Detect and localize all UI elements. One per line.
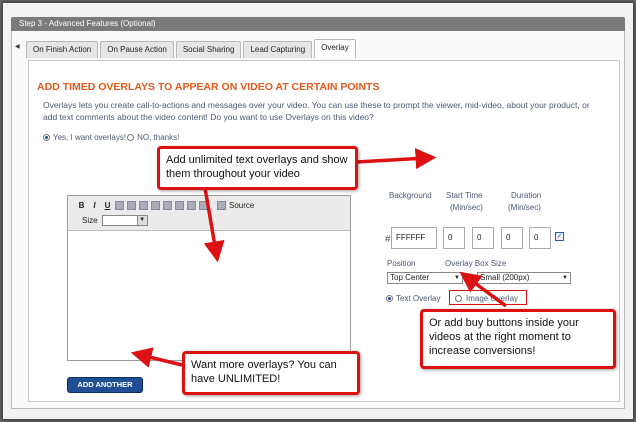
- arrow-to-add-button: [130, 347, 183, 368]
- arrow-to-image-overlay: [459, 271, 508, 308]
- callout-text-overlays: Add unlimited text overlays and show the…: [157, 146, 358, 190]
- callout-more-overlays: Want more overlays? You can have UNLIMIT…: [182, 351, 360, 395]
- tab-overlay[interactable]: Overlay: [314, 39, 356, 58]
- arrow-to-start-time: [356, 148, 437, 170]
- arrow-to-editor: [203, 187, 225, 263]
- callout-buy-buttons: Or add buy buttons inside your videos at…: [420, 309, 616, 369]
